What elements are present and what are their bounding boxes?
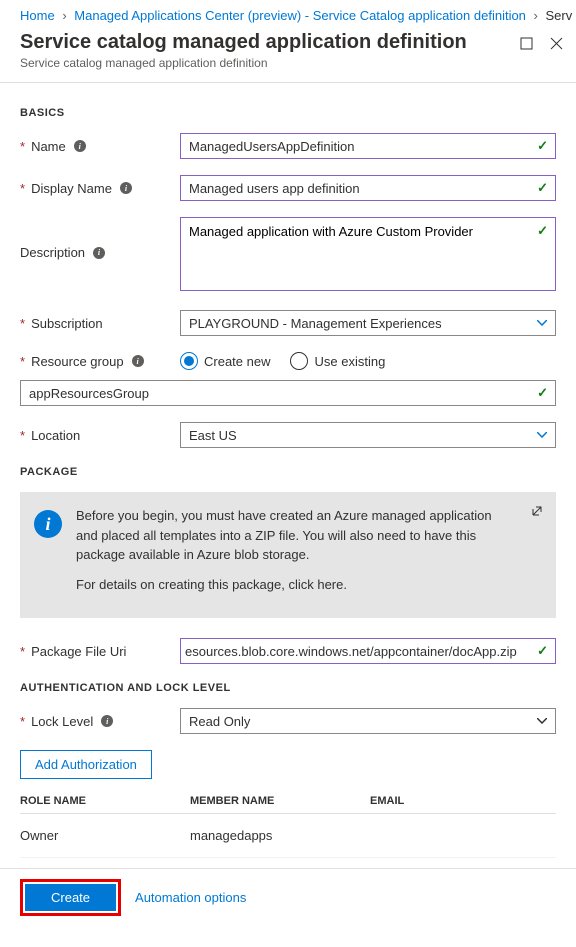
col-role-name: ROLE NAME	[20, 795, 190, 807]
cell-email	[370, 828, 556, 843]
resource-group-label: Resource group	[31, 354, 124, 369]
resource-group-input[interactable]	[20, 380, 556, 406]
col-email: EMAIL	[370, 795, 556, 807]
check-icon: ✓	[537, 385, 548, 401]
chevron-right-icon: ›	[534, 8, 538, 23]
chevron-down-icon	[537, 320, 547, 326]
chevron-right-icon: ›	[62, 8, 66, 23]
automation-options-link[interactable]: Automation options	[135, 890, 246, 905]
cell-role: Owner	[20, 828, 190, 843]
breadcrumb: Home › Managed Applications Center (prev…	[0, 0, 576, 27]
breadcrumb-last: Serv	[546, 8, 573, 23]
subscription-label: Subscription	[31, 316, 103, 331]
radio-use-existing[interactable]: Use existing	[290, 352, 385, 370]
info-text-2: For details on creating this package, cl…	[76, 575, 516, 595]
info-icon[interactable]: i	[120, 182, 132, 194]
name-input[interactable]	[180, 133, 556, 159]
package-uri-input[interactable]	[180, 638, 556, 664]
maximize-icon[interactable]	[518, 35, 534, 51]
chevron-down-icon	[537, 432, 547, 438]
required-marker: *	[20, 354, 25, 369]
subscription-value: PLAYGROUND - Management Experiences	[189, 316, 442, 331]
page-subtitle: Service catalog managed application defi…	[20, 56, 556, 70]
chevron-down-icon	[537, 718, 547, 724]
required-marker: *	[20, 644, 25, 659]
required-marker: *	[20, 428, 25, 443]
display-name-label: Display Name	[31, 181, 112, 196]
close-icon[interactable]	[548, 35, 564, 51]
location-select[interactable]: East US	[180, 422, 556, 448]
footer: Create Automation options	[0, 868, 576, 926]
location-label: Location	[31, 428, 80, 443]
section-basics: BASICS	[20, 107, 556, 119]
lock-level-value: Read Only	[189, 714, 250, 729]
info-text-1: Before you begin, you must have created …	[76, 506, 516, 565]
name-label: Name	[31, 139, 66, 154]
check-icon: ✓	[537, 223, 548, 239]
display-name-input[interactable]	[180, 175, 556, 201]
required-marker: *	[20, 139, 25, 154]
section-auth: AUTHENTICATION AND LOCK LEVEL	[20, 682, 556, 694]
breadcrumb-center[interactable]: Managed Applications Center (preview) - …	[74, 8, 526, 23]
add-authorization-button[interactable]: Add Authorization	[20, 750, 152, 779]
cell-member: managedapps	[190, 828, 370, 843]
required-marker: *	[20, 181, 25, 196]
table-row: Owner managedapps	[20, 814, 556, 858]
radio-create-new-label: Create new	[204, 354, 270, 369]
package-uri-label: Package File Uri	[31, 644, 126, 659]
subscription-select[interactable]: PLAYGROUND - Management Experiences	[180, 310, 556, 336]
description-label: Description	[20, 245, 85, 260]
lock-level-select[interactable]: Read Only	[180, 708, 556, 734]
check-icon: ✓	[537, 643, 548, 659]
col-member-name: MEMBER NAME	[190, 795, 370, 807]
radio-create-new[interactable]: Create new	[180, 352, 270, 370]
blade-header: Service catalog managed application defi…	[0, 27, 576, 83]
required-marker: *	[20, 316, 25, 331]
description-input[interactable]	[180, 217, 556, 291]
info-box: i Before you begin, you must have create…	[20, 492, 556, 618]
info-icon[interactable]: i	[93, 247, 105, 259]
breadcrumb-home[interactable]: Home	[20, 8, 55, 23]
check-icon: ✓	[537, 180, 548, 196]
radio-use-existing-label: Use existing	[314, 354, 385, 369]
section-package: PACKAGE	[20, 466, 556, 478]
info-icon: i	[34, 510, 62, 538]
info-icon[interactable]: i	[101, 715, 113, 727]
page-title: Service catalog managed application defi…	[20, 31, 556, 54]
info-icon[interactable]: i	[74, 140, 86, 152]
check-icon: ✓	[537, 138, 548, 154]
lock-level-label: Lock Level	[31, 714, 93, 729]
required-marker: *	[20, 714, 25, 729]
create-button-highlight: Create	[20, 879, 121, 916]
external-link-icon[interactable]	[530, 504, 544, 518]
info-icon[interactable]: i	[132, 355, 144, 367]
create-button[interactable]: Create	[25, 884, 116, 911]
location-value: East US	[189, 428, 237, 443]
